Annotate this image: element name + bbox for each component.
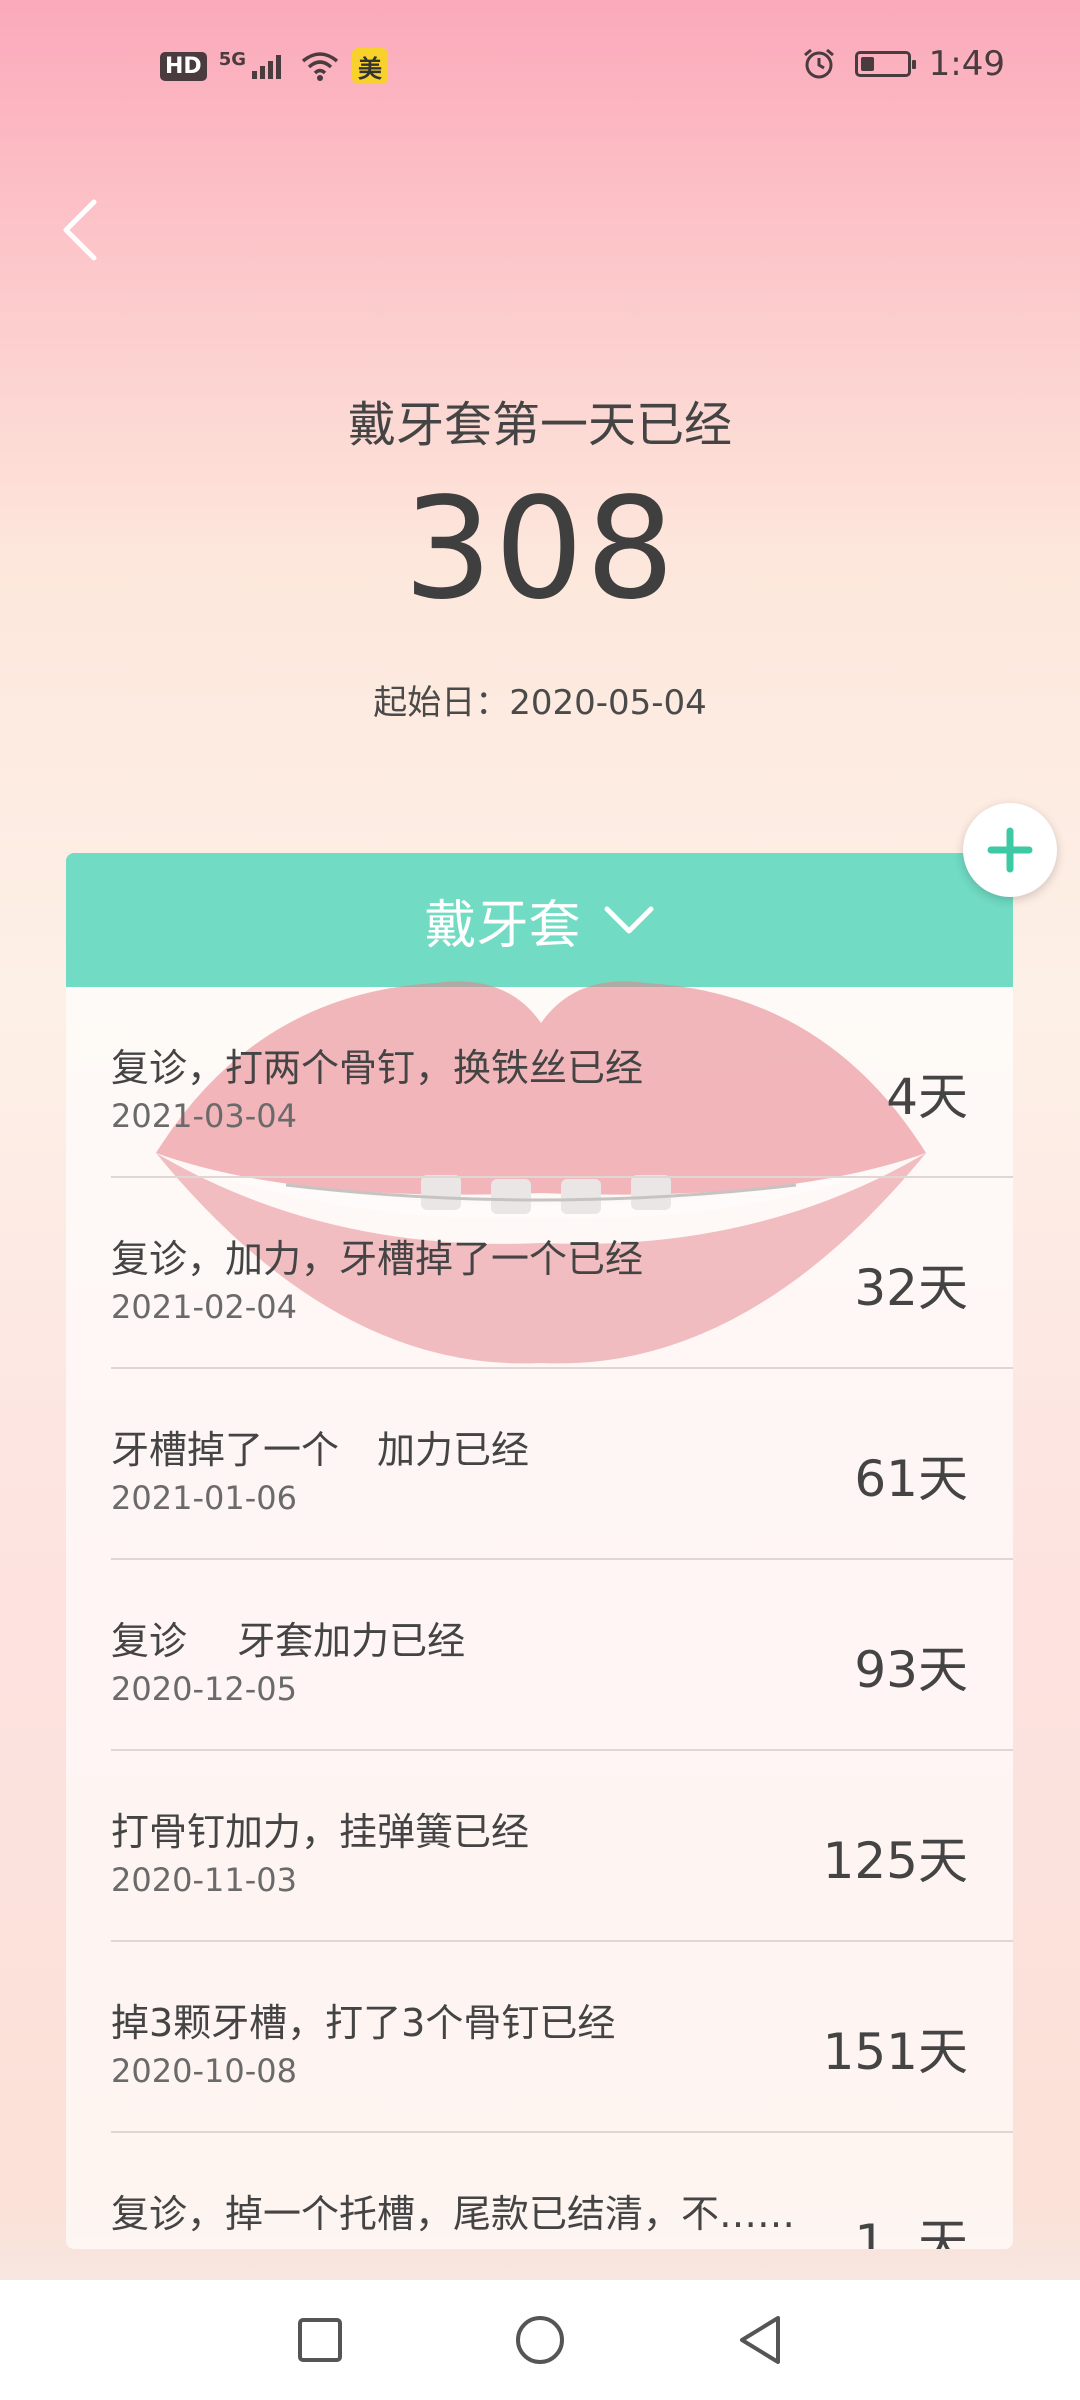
status-right: 1:49 <box>801 44 1005 84</box>
home-button[interactable] <box>514 2314 566 2366</box>
alarm-icon <box>803 48 834 79</box>
battery-icon <box>854 51 916 77</box>
system-nav-bar <box>0 2280 1080 2400</box>
event-row[interactable]: 牙槽掉了一个 加力已经 2021-01-06 61天 <box>111 1369 1013 1560</box>
event-days: 151天 <box>822 2023 968 2081</box>
recent-apps-button[interactable] <box>296 2316 344 2364</box>
event-days: 61天 <box>854 1450 968 1508</box>
add-event-button[interactable] <box>963 803 1057 897</box>
event-title: 复诊，掉一个托槽，尾款已结清，不…已经 <box>111 2192 801 2236</box>
event-title: 掉3颗牙槽，打了3个骨钉已经 <box>111 2001 616 2045</box>
event-date: 2021-02-04 <box>111 1288 297 1326</box>
event-title: 复诊 牙套加力已经 <box>111 1619 466 1663</box>
event-date: 2021-01-06 <box>111 1479 297 1517</box>
event-row[interactable]: 复诊，掉一个托槽，尾款已结清，不…已经 1..天 <box>111 2133 1013 2249</box>
event-row[interactable]: 打骨钉加力，挂弹簧已经 2020-11-03 125天 <box>111 1751 1013 1942</box>
event-days: 125天 <box>822 1832 968 1890</box>
event-title: 复诊，加力，牙槽掉了一个已经 <box>111 1237 644 1281</box>
event-row[interactable]: 复诊，打两个骨钉，换铁丝已经 2021-03-04 4天 <box>111 987 1013 1178</box>
event-row[interactable]: 掉3颗牙槽，打了3个骨钉已经 2020-10-08 151天 <box>111 1942 1013 2133</box>
event-days: 4天 <box>886 1068 968 1126</box>
event-list: 复诊，打两个骨钉，换铁丝已经 2021-03-04 4天复诊，加力，牙槽掉了一个已经… <box>66 987 1013 2249</box>
back-button[interactable] <box>60 185 120 275</box>
event-days: 1..天 <box>854 2214 968 2249</box>
event-title: 复诊，打两个骨钉，换铁丝已经 <box>111 1046 644 1090</box>
event-days: 93天 <box>854 1641 968 1699</box>
event-days: 32天 <box>854 1259 968 1317</box>
events-card: 戴牙套 复诊，打两个骨钉，换铁丝已经 2021-03-04 4天复诊，加力，牙槽掉了… <box>66 853 1013 2249</box>
clock: 1:49 <box>928 44 1005 84</box>
status-left: HD 5G 美 <box>160 48 388 84</box>
wifi-icon <box>301 52 339 81</box>
back-nav-button[interactable] <box>736 2314 784 2366</box>
status-bar: HD 5G 美 1:49 <box>0 0 1080 130</box>
start-date: 起始日：2020-05-04 <box>373 683 707 723</box>
event-date: 2020-10-08 <box>111 2052 297 2090</box>
event-date: 2020-12-05 <box>111 1670 297 1708</box>
chevron-down-icon <box>604 906 653 934</box>
chevron-left-icon <box>63 199 97 261</box>
plus-icon <box>987 827 1033 873</box>
meituan-icon: 美 <box>352 48 388 84</box>
category-label: 戴牙套 <box>424 895 581 956</box>
event-row[interactable]: 复诊，加力，牙槽掉了一个已经 2021-02-04 32天 <box>111 1178 1013 1369</box>
event-title: 打骨钉加力，挂弹簧已经 <box>111 1810 530 1854</box>
event-date: 2020-11-03 <box>111 1861 297 1899</box>
days-count: 308 <box>403 468 677 631</box>
event-title: 牙槽掉了一个 加力已经 <box>111 1428 530 1472</box>
event-date: 2021-03-04 <box>111 1097 297 1135</box>
battery-level <box>860 57 874 71</box>
network-type: 5G <box>218 48 246 70</box>
signal-icon <box>252 55 281 79</box>
event-row[interactable]: 复诊 牙套加力已经 2020-12-05 93天 <box>111 1560 1013 1751</box>
hd-icon: HD <box>160 51 207 81</box>
anniversary-title: 戴牙套第一天已经 <box>347 397 732 453</box>
category-selector[interactable]: 戴牙套 <box>66 853 1013 987</box>
